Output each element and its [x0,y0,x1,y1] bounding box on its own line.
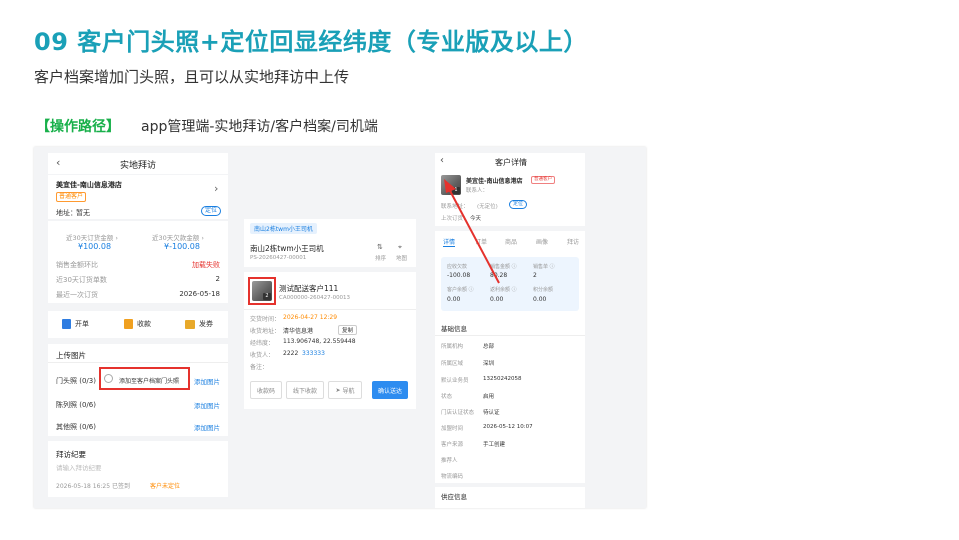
info-label: 推荐人 [441,458,458,464]
confirm-delivery-button[interactable]: 确认送达 [372,381,408,399]
storefront-photo-label: 门头照 (0/3) [56,377,96,385]
stat-debt-amount-value: ¥-100.08 [164,242,200,251]
customer-type-tag: 普通客户 [56,192,87,202]
receiver-value: 2222 [283,350,299,357]
info-value: 2026-05-12 10:07 [483,424,533,430]
chevron-right-icon[interactable]: › [214,182,218,195]
basic-info-card: 基础信息 所属机构 总部 所属区域 深圳 默认业务员 13250242058 状… [435,317,585,483]
info-value: 13250242058 [483,376,522,382]
storefront-highlight-box [99,367,190,390]
delivery-customer-name: 测试配送客户111 [279,284,339,293]
receive-payment-button[interactable]: 收款 [124,319,151,329]
visit-summary-card: 拜访纪要 请输入拜访纪要 2026-05-18 16:25 已签到 客户未定位 [48,441,228,497]
upload-images-card: 上传图片 门头照 (0/3) 添加至客户档案门头照 添加图片 陈列照 (0/6)… [48,344,228,436]
delivery-order-code: CA000000-260427-00013 [279,295,351,301]
info-label: 门店认证状态 [441,410,475,416]
add-storefront-image-link[interactable]: 添加图片 [194,376,220,386]
page-subtitle: 客户档案增加门头照，且可以从实地拜访中上传 [34,68,350,86]
back-button[interactable]: ‹ [56,156,60,169]
delivery-time-value: 2026-04-27 12:29 [283,314,338,321]
stat-order-amount-value: ¥100.08 [78,242,112,251]
red-arrow-annotation [444,179,500,284]
visit-customer-name: 美宜佳-南山信息港店 [56,181,122,189]
supplier-info-card: 供应信息 [435,487,585,508]
map-icon[interactable]: ⌖ [398,243,402,252]
visit-header-title: 实地拜访 [120,161,157,171]
sort-label[interactable]: 排序 [375,254,386,262]
locate-button[interactable]: 定位 [201,206,222,216]
info-label: 状态 [441,394,453,400]
navigation-icon: ➤ [335,386,341,394]
stat-row-order-count: 近30天订货单数 2 [56,275,220,284]
info-value: 深圳 [483,361,495,367]
signin-status: 客户未定位 [150,483,181,490]
signin-time: 2026-05-18 16:25 已签到 [56,483,130,490]
info-value: 待认证 [483,410,500,416]
info-value: 总部 [483,344,495,350]
sort-icon[interactable]: ⇅ [377,243,383,251]
map-label[interactable]: 地图 [396,254,407,262]
coordinates-value: 113.906748, 22.559448 [283,338,356,345]
display-photo-label: 陈列照 (0/6) [56,401,96,409]
upload-title: 上传图片 [56,351,86,360]
basic-info-title: 基础信息 [441,325,467,333]
stat-row-last-order: 最近一次订货 2026-05-18 [56,290,220,299]
stat-order-amount-label[interactable]: 近30天订货金额 › [66,232,118,242]
address-value: 暂无 [76,209,90,217]
offline-payment-button[interactable]: 线下收款 [286,381,324,399]
info-label: 加盟时间 [441,426,464,432]
delivery-address-value: 清华信息港 [283,328,314,335]
tab-profile[interactable]: 画像 [536,237,548,246]
stat-row-sales-ratio: 销售金额环比 加载失败 [56,261,220,269]
operation-path-text: app管理端-实地拜访/客户档案/司机端 [141,119,378,135]
add-other-image-link[interactable]: 添加图片 [194,422,220,432]
operation-path-label: 【操作路径】 [36,119,120,135]
driver-tab[interactable]: 南山2栋twm小王司机 [250,223,317,234]
supplier-info-title: 供应信息 [441,493,467,501]
coupon-icon [185,319,195,329]
visit-customer-card: 美宜佳-南山信息港店 普通客户 › 地址： 暂无 定位 [48,175,228,219]
summary-input[interactable]: 请输入拜访纪要 [56,462,102,472]
detail-back-button[interactable]: ‹ [440,155,444,166]
receiver-phone[interactable]: 333333 [302,350,325,357]
driver-name: 南山2栋twm小王司机 [250,244,324,253]
info-label: 默认业务员 [441,378,469,384]
info-value: 手工创建 [483,442,506,448]
create-order-button[interactable]: 开单 [62,319,89,329]
screenshot-collage: ‹ 实地拜访 美宜佳-南山信息港店 普通客户 › 地址： 暂无 定位 近30天订… [34,147,646,508]
page-title: 09 客户门头照+定位回显经纬度（专业版及以上） [34,28,588,56]
visit-header-card: ‹ 实地拜访 [48,153,228,174]
tab-visits[interactable]: 拜访 [567,237,579,246]
info-label: 所属区域 [441,361,464,367]
receiver-label: 收货人： [250,352,275,359]
order-icon [62,319,71,329]
detail-customer-tag: 普通客户 [531,176,555,184]
info-value: 启用 [483,394,495,400]
visit-actions-card: 开单 收款 发券 [48,311,228,338]
delivery-address-label: 收货地址： [250,328,281,335]
payment-code-button[interactable]: 收款码 [250,381,282,399]
info-label: 所属机构 [441,344,464,350]
other-photo-label: 其他照 (0/6) [56,423,96,431]
thumbnail-highlight-box [248,277,276,305]
remark-label: 备注： [250,364,269,371]
stat-debt-amount-label[interactable]: 近30天欠款金额 › [152,232,204,242]
info-label: 物流编码 [441,474,464,480]
coordinates-label: 经纬度： [250,340,275,347]
visit-stats-card: 近30天订货金额 › ¥100.08 近30天欠款金额 › ¥-100.08 销… [48,221,228,303]
receipt-icon [124,319,133,329]
info-label: 客户来源 [441,442,464,448]
driver-code: PS-20260427-00001 [250,255,307,261]
summary-title: 拜访纪要 [56,450,86,459]
add-display-image-link[interactable]: 添加图片 [194,400,220,410]
delivery-time-label: 交货时间： [250,316,281,323]
issue-coupon-button[interactable]: 发券 [185,319,213,329]
address-label: 地址： [56,209,77,217]
navigate-button[interactable]: ➤ 导航 [328,381,362,399]
copy-address-button[interactable]: 复制 [338,325,358,335]
